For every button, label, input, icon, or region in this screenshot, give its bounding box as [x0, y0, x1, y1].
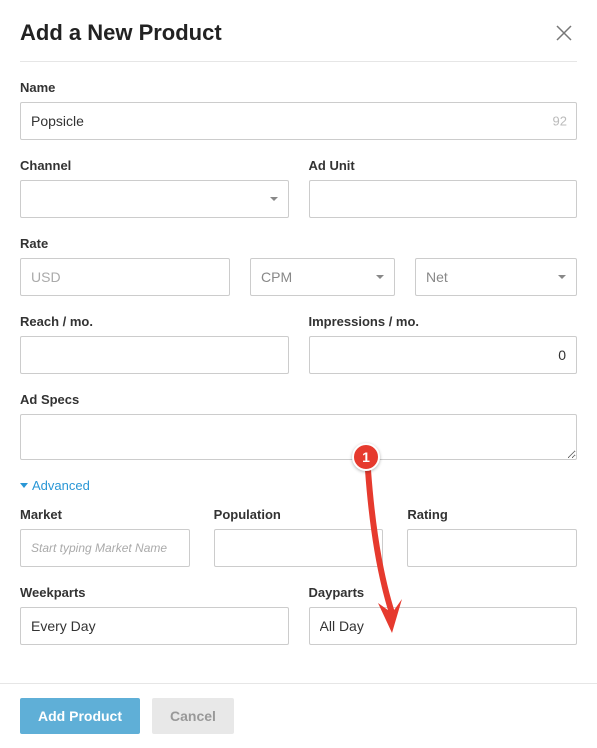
- dayparts-label: Dayparts: [309, 585, 578, 600]
- channel-label: Channel: [20, 158, 289, 173]
- rating-label: Rating: [407, 507, 577, 522]
- rate-type-value: Net: [426, 269, 448, 285]
- name-label: Name: [20, 80, 577, 95]
- dayparts-input[interactable]: [309, 607, 578, 645]
- market-input[interactable]: [20, 529, 190, 567]
- reach-label: Reach / mo.: [20, 314, 289, 329]
- name-input[interactable]: [20, 102, 577, 140]
- rate-type-select[interactable]: Net: [415, 258, 577, 296]
- close-icon: [555, 24, 573, 42]
- advanced-toggle[interactable]: Advanced: [20, 478, 577, 493]
- chevron-down-icon: [376, 275, 384, 279]
- weekparts-label: Weekparts: [20, 585, 289, 600]
- add-product-button[interactable]: Add Product: [20, 698, 140, 734]
- annotation-badge: 1: [352, 443, 380, 471]
- market-label: Market: [20, 507, 190, 522]
- rate-currency-input[interactable]: [20, 258, 230, 296]
- modal-header: Add a New Product: [20, 20, 577, 62]
- cancel-button[interactable]: Cancel: [152, 698, 234, 734]
- rating-input[interactable]: [407, 529, 577, 567]
- close-button[interactable]: [551, 20, 577, 46]
- modal-footer: Add Product Cancel: [0, 683, 597, 748]
- modal-title: Add a New Product: [20, 20, 222, 46]
- ad-specs-label: Ad Specs: [20, 392, 577, 407]
- population-label: Population: [214, 507, 384, 522]
- impressions-label: Impressions / mo.: [309, 314, 578, 329]
- weekparts-input[interactable]: [20, 607, 289, 645]
- chevron-down-icon: [270, 197, 278, 201]
- population-input[interactable]: [214, 529, 384, 567]
- channel-select[interactable]: [20, 180, 289, 218]
- impressions-input[interactable]: [309, 336, 578, 374]
- rate-label: Rate: [20, 236, 577, 251]
- ad-specs-textarea[interactable]: [20, 414, 577, 460]
- chevron-down-icon: [558, 275, 566, 279]
- advanced-label: Advanced: [32, 478, 90, 493]
- triangle-down-icon: [20, 483, 28, 488]
- rate-model-value: CPM: [261, 269, 292, 285]
- name-char-counter: 92: [553, 114, 567, 129]
- ad-unit-input[interactable]: [309, 180, 578, 218]
- ad-unit-label: Ad Unit: [309, 158, 578, 173]
- rate-model-select[interactable]: CPM: [250, 258, 395, 296]
- reach-input[interactable]: [20, 336, 289, 374]
